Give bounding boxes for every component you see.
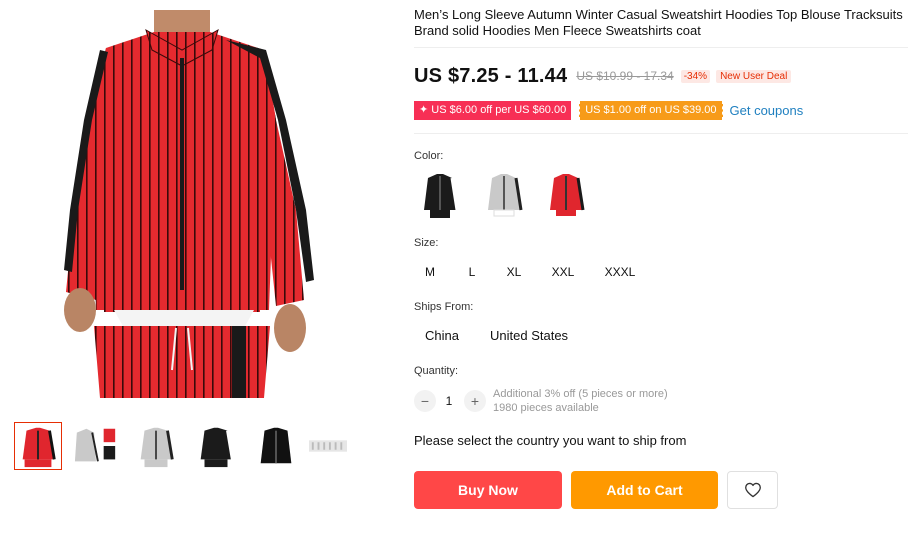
size-option-m[interactable]: M [418,262,442,282]
buy-now-button[interactable]: Buy Now [414,471,562,509]
get-coupons-link[interactable]: Get coupons [730,103,804,118]
quantity-increase-button[interactable]: + [464,390,486,412]
red-striped-jacket-image [64,10,314,398]
new-user-deal-badge: New User Deal [716,69,792,83]
size-option-xl[interactable]: XL [502,262,526,282]
coupon-row: ✦ US $6.00 off per US $60.00 US $1.00 of… [414,100,803,120]
thumbnail-strip [14,422,354,472]
heart-icon [744,482,761,498]
thumbnail-size-chart[interactable] [308,422,348,470]
color-option-black[interactable] [420,170,460,220]
product-title: Men’s Long Sleeve Autumn Winter Casual S… [414,7,903,38]
coupon-select-discount[interactable]: US $1.00 off on US $39.00 [579,100,723,120]
ship-from-option-china[interactable]: China [425,326,459,346]
ships-from-label: Ships From: [414,301,474,313]
ship-from-option-united-states[interactable]: United States [490,326,568,346]
quantity-label: Quantity: [414,365,459,377]
thumbnail-black-jacket-flat[interactable] [252,422,300,470]
discount-badge: -34% [680,69,711,83]
color-option-red[interactable] [546,170,586,220]
size-label: Size: [414,237,439,249]
thumbnail-red-jacket[interactable] [14,422,62,470]
size-option-xxl[interactable]: XXL [548,262,578,282]
wishlist-button[interactable] [727,471,778,509]
add-to-cart-button[interactable]: Add to Cart [571,471,718,509]
bulk-discount-note: Additional 3% off (5 pieces or more) [493,388,668,400]
thumbnail-black-jacket[interactable] [192,422,240,470]
product-info-panel: Men’s Long Sleeve Autumn Winter Casual S… [414,0,908,534]
title-divider [414,47,908,48]
coupon-store-discount[interactable]: ✦ US $6.00 off per US $60.00 [414,100,572,120]
price-current: US $7.25 - 11.44 [414,64,568,87]
stock-available-note: 1980 pieces available [493,402,599,414]
price-original: US $10.99 - 17.34 [576,69,674,83]
quantity-decrease-button[interactable]: − [414,390,436,412]
main-product-image[interactable] [14,10,350,398]
price-row: US $7.25 - 11.44 US $10.99 - 17.34 -34% … [414,63,792,89]
thumbnail-grey-red-variants[interactable] [72,422,120,470]
quantity-input[interactable] [438,390,460,412]
shipping-country-message: Please select the country you want to sh… [414,433,687,448]
thumbnail-grey-jacket[interactable] [132,422,180,470]
size-option-l[interactable]: L [464,262,480,282]
color-label: Color: [414,150,444,162]
size-option-xxxl[interactable]: XXXL [602,262,638,282]
color-option-grey[interactable] [484,170,524,220]
coupon-divider [414,133,908,134]
